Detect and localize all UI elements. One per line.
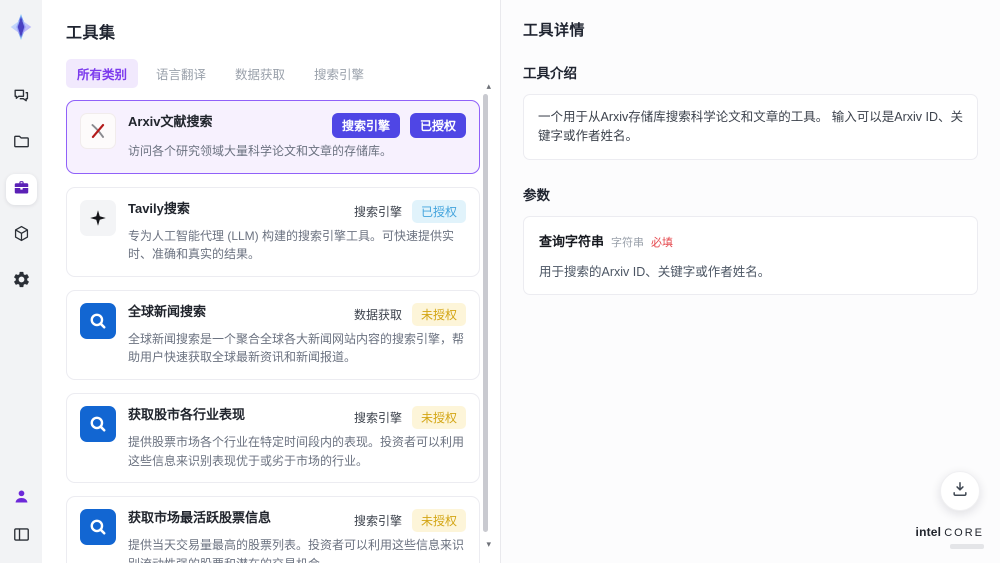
tool-auth-badge: 已授权 [411,199,466,223]
tab-data-fetch[interactable]: 数据获取 [224,59,296,88]
tool-category-tag: 搜索引擎 [353,514,402,529]
param-type: 字符串 [611,236,645,249]
tool-auth-badge: 未授权 [411,509,466,533]
download-icon [950,479,970,504]
tab-all[interactable]: 所有类别 [66,59,139,88]
intro-heading: 工具介绍 [523,66,577,81]
download-button[interactable] [940,471,980,511]
sidebar-item-tools[interactable] [5,174,37,205]
param-description: 用于搜索的Arxiv ID、关键字或作者姓名。 [539,264,771,279]
sidebar-item-settings[interactable] [6,266,37,297]
param-required-badge: 必填 [651,236,674,249]
tool-title: 全球新闻搜索 [128,303,207,319]
brand-core-text: core [944,527,984,539]
tool-title: 获取股市各行业表现 [128,406,246,422]
arxiv-icon [80,113,116,149]
tool-description: 专为人工智能代理 (LLM) 构建的搜索引擎工具。可快速提供实时、准确和真实的结… [128,228,455,262]
sidebar-item-collapse[interactable] [7,523,35,551]
params-heading: 参数 [523,187,550,203]
chat-icon [12,86,31,110]
tool-category-tag: 搜索引擎 [353,410,402,425]
tool-card[interactable]: Arxiv文献搜索 搜索引擎 已授权 访问各个研究领域大量科学论文和文章的存储库… [66,100,480,174]
tool-card[interactable]: 获取市场最活跃股票信息 搜索引擎 未授权 提供当天交易量最高的股票列表。投资者可… [66,496,480,563]
intro-text: 一个用于从Arxiv存储库搜索科学论文和文章的工具。 输入可以是Arxiv ID… [523,94,978,160]
globe-search-icon [80,405,116,442]
tool-description: 提供当天交易量最高的股票列表。投资者可以利用这些信息来识别流动性强的股票和潜在的… [128,538,465,563]
tab-translation[interactable]: 语言翻译 [145,59,217,88]
tool-card[interactable]: Tavily搜索 搜索引擎 已授权 专为人工智能代理 (LLM) 构建的搜索引擎… [66,186,480,277]
tool-description: 全球新闻搜索是一个聚合全球各大新闻网站内容的搜索引擎，帮助用户快速获取全球最新资… [128,331,465,365]
tool-card[interactable]: 获取股市各行业表现 搜索引擎 未授权 提供股票市场各个行业在特定时间段内的表现。… [66,392,480,484]
page-title: 工具集 [66,25,116,42]
sidebar-item-components[interactable] [6,220,37,251]
sidebar-item-profile[interactable] [7,485,35,513]
tool-list-panel: 工具集 所有类别 语言翻译 数据获取 搜索引擎 Arxiv文献搜索 搜索引擎 已… [42,0,500,563]
app-window: 工具集 所有类别 语言翻译 数据获取 搜索引擎 Arxiv文献搜索 搜索引擎 已… [0,0,1000,563]
tool-title: 获取市场最活跃股票信息 [128,510,272,526]
scrollbar-thumb[interactable] [483,94,488,532]
tool-category-tag: 搜索引擎 [353,204,402,219]
list-scrollbar[interactable]: ▴ ▾ [483,82,491,563]
tool-title: Tavily搜索 [128,200,190,216]
tool-auth-badge: 未授权 [411,302,466,326]
tavily-icon [80,199,116,236]
tool-description: 访问各个研究领域大量科学论文和文章的存储库。 [128,144,393,158]
briefcase-icon [12,178,31,202]
brand-intel-text: intel [915,525,942,539]
brand-sub-mark [950,544,984,549]
param-name: 查询字符串 [539,233,605,249]
sidebar-bottom-nav [7,485,35,551]
tab-label: 数据获取 [235,68,286,82]
scroll-down-icon[interactable]: ▾ [486,540,491,549]
detail-title: 工具详情 [523,22,586,39]
param-row-查询字符串: 查询字符串 字符串 必填 用于搜索的Arxiv ID、关键字或作者姓名。 [539,231,962,280]
intel-core-logo: intel core [916,523,984,549]
cube-icon [12,224,31,248]
folder-icon [12,132,31,156]
tool-card[interactable]: 全球新闻搜索 数据获取 未授权 全球新闻搜索是一个聚合全球各大新闻网站内容的搜索… [66,289,480,380]
sidebar-item-chat[interactable] [6,82,37,113]
tool-auth-badge: 已授权 [409,113,466,138]
user-icon [12,487,31,511]
params-box: 查询字符串 字符串 必填 用于搜索的Arxiv ID、关键字或作者姓名。 [523,215,978,295]
tool-category-tag: 搜索引擎 [331,113,400,138]
sidebar [0,0,42,563]
app-logo-icon[interactable] [6,12,36,42]
tab-search-engine[interactable]: 搜索引擎 [303,59,375,88]
tool-detail-panel: 工具详情 工具介绍 一个用于从Arxiv存储库搜索科学论文和文章的工具。 输入可… [501,0,1000,563]
globe-search-icon [80,509,116,546]
category-tabs: 所有类别 语言翻译 数据获取 搜索引擎 [66,59,480,88]
globe-search-icon [80,302,116,339]
tool-title: Arxiv文献搜索 [128,114,213,129]
tool-list: Arxiv文献搜索 搜索引擎 已授权 访问各个研究领域大量科学论文和文章的存储库… [66,100,480,563]
gear-icon [12,270,31,294]
panel-icon [12,525,31,549]
tool-description: 提供股票市场各个行业在特定时间段内的表现。投资者可以利用这些信息来识别表现优于或… [128,434,465,468]
tab-label: 搜索引擎 [314,68,365,82]
tab-label: 语言翻译 [156,68,207,82]
tab-label: 所有类别 [77,68,128,82]
tool-category-tag: 数据获取 [353,307,402,322]
tool-auth-badge: 未授权 [411,405,466,429]
sidebar-nav [5,82,37,297]
sidebar-item-files[interactable] [6,128,37,159]
scroll-up-icon[interactable]: ▴ [486,82,491,91]
